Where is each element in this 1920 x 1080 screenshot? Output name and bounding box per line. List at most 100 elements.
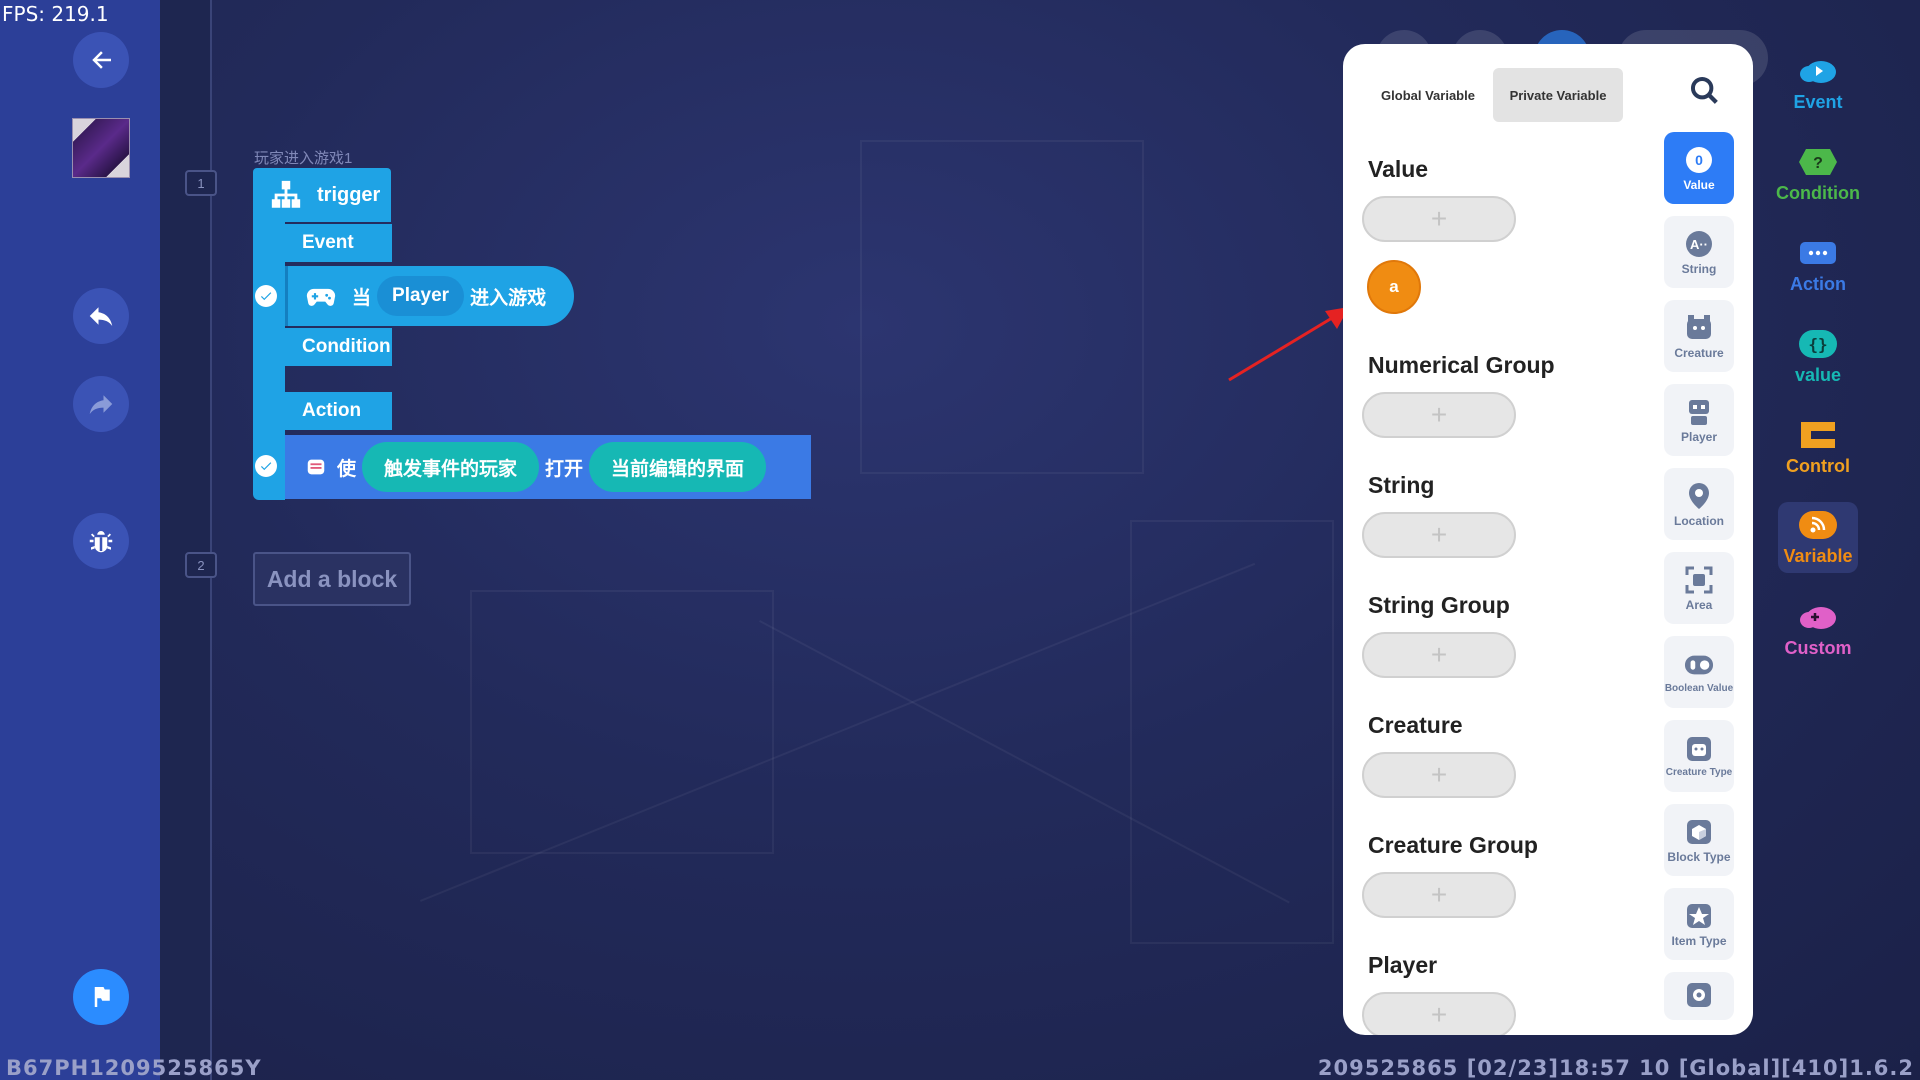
add-creature-variable-button[interactable]: + xyxy=(1362,752,1516,798)
event-statement[interactable]: 当 Player 进入游戏 xyxy=(285,266,574,326)
current-ui-param-pill[interactable]: 当前编辑的界面 xyxy=(589,442,767,492)
add-numerical-group-button[interactable]: + xyxy=(1362,392,1516,438)
type-item-type[interactable]: Item Type xyxy=(1664,888,1734,960)
question-hexagon-icon: ? xyxy=(1797,145,1839,179)
type-string[interactable]: A·· String xyxy=(1664,216,1734,288)
gear-box-icon xyxy=(1684,980,1714,1010)
category-event[interactable]: Event xyxy=(1778,54,1858,113)
variable-panel: Global Variable Private Variable Value +… xyxy=(1343,44,1753,1035)
category-value[interactable]: {} value xyxy=(1778,327,1858,386)
section-title-creature-group: Creature Group xyxy=(1368,832,1538,858)
tab-global-variable[interactable]: Global Variable xyxy=(1363,68,1493,122)
check-icon xyxy=(260,292,272,301)
section-title-string: String xyxy=(1368,472,1435,498)
type-label: Creature Type xyxy=(1665,767,1733,778)
zero-circle-icon: 0 xyxy=(1684,145,1714,175)
event-suffix: 进入游戏 xyxy=(470,287,547,309)
arrow-left-icon xyxy=(92,51,111,69)
variable-chip-a[interactable]: a xyxy=(1367,260,1421,314)
add-block-button[interactable]: Add a block xyxy=(253,552,411,606)
fps-counter: FPS: 219.1 xyxy=(2,2,109,26)
trigger-block[interactable]: trigger xyxy=(253,168,391,222)
svg-text:?: ? xyxy=(1813,155,1823,172)
section-title-string-group: String Group xyxy=(1368,592,1510,618)
player-icon xyxy=(1684,397,1714,427)
bug-icon xyxy=(89,531,113,553)
background-shape xyxy=(860,140,1144,474)
text-circle-icon: A·· xyxy=(1684,229,1714,259)
status-readout: 209525865 [02/23]18:57 10 [Global][410]1… xyxy=(1317,1056,1914,1080)
toggle-icon xyxy=(1684,650,1714,680)
svg-text:A··: A·· xyxy=(1690,237,1708,252)
event-enabled-checkbox[interactable] xyxy=(255,285,277,307)
type-player[interactable]: Player xyxy=(1664,384,1734,456)
category-label: Custom xyxy=(1784,638,1852,658)
type-label: Value xyxy=(1683,177,1715,192)
action-prefix: 使 xyxy=(337,458,357,480)
redo-button[interactable] xyxy=(73,376,129,432)
category-variable[interactable]: Variable xyxy=(1778,502,1858,573)
category-custom[interactable]: Custom xyxy=(1778,600,1858,659)
level-thumbnail[interactable] xyxy=(72,118,130,178)
type-more[interactable] xyxy=(1664,972,1734,1020)
hierarchy-icon xyxy=(271,180,301,208)
trigger-player-param-pill[interactable]: 触发事件的玩家 xyxy=(362,442,540,492)
back-button[interactable] xyxy=(73,32,129,88)
add-value-variable-button[interactable]: + xyxy=(1362,196,1516,242)
event-section-label: Event xyxy=(285,224,392,262)
item-type-icon xyxy=(1684,901,1714,931)
action-statement[interactable]: 使 触发事件的玩家 打开 当前编辑的界面 xyxy=(285,435,811,499)
location-pin-icon xyxy=(1684,481,1714,511)
rss-icon xyxy=(1797,508,1839,542)
type-block-type[interactable]: Block Type xyxy=(1664,804,1734,876)
add-string-group-button[interactable]: + xyxy=(1362,632,1516,678)
line-number: 2 xyxy=(185,552,217,578)
type-value[interactable]: 0 Value xyxy=(1664,132,1734,204)
category-condition[interactable]: ? Condition xyxy=(1776,145,1860,204)
section-title-numerical-group: Numerical Group xyxy=(1368,352,1555,378)
action-middle: 打开 xyxy=(545,458,584,480)
add-player-variable-button[interactable]: + xyxy=(1362,992,1516,1035)
check-icon xyxy=(260,462,272,471)
category-label: Control xyxy=(1786,456,1850,476)
category-label: Event xyxy=(1793,92,1843,112)
add-string-variable-button[interactable]: + xyxy=(1362,512,1516,558)
player-param-pill[interactable]: Player xyxy=(377,276,465,316)
section-title-player: Player xyxy=(1368,952,1438,978)
action-enabled-checkbox[interactable] xyxy=(255,455,277,477)
undo-button[interactable] xyxy=(73,288,129,344)
trigger-label: trigger xyxy=(317,183,381,206)
category-label: Condition xyxy=(1776,183,1860,203)
section-title-creature: Creature xyxy=(1368,712,1463,738)
flag-icon xyxy=(94,987,110,1007)
search-icon[interactable] xyxy=(1688,74,1722,108)
run-button[interactable] xyxy=(73,969,129,1025)
annotation-arrow-icon xyxy=(1228,307,1349,382)
dots-block-icon xyxy=(1797,236,1839,270)
type-location[interactable]: Location xyxy=(1664,468,1734,540)
type-area[interactable]: Area xyxy=(1664,552,1734,624)
category-action[interactable]: Action xyxy=(1778,236,1858,295)
type-boolean-value[interactable]: Boolean Value xyxy=(1664,636,1734,708)
type-label: String xyxy=(1681,261,1717,276)
background-shape xyxy=(470,590,774,854)
tab-private-variable[interactable]: Private Variable xyxy=(1493,68,1623,122)
cloud-icon xyxy=(1797,54,1839,88)
svg-text:{}: {} xyxy=(1808,335,1827,354)
braces-icon: {} xyxy=(1797,327,1839,361)
section-title-value: Value xyxy=(1368,156,1429,182)
debug-button[interactable] xyxy=(73,513,129,569)
type-creature[interactable]: Creature xyxy=(1664,300,1734,372)
gamepad-icon xyxy=(306,288,336,306)
condition-section-label: Condition xyxy=(285,328,392,366)
device-id: B67PH1209525865Y xyxy=(6,1056,262,1080)
type-label: Player xyxy=(1680,429,1718,444)
type-creature-type[interactable]: Creature Type xyxy=(1664,720,1734,792)
ui-window-icon xyxy=(307,459,325,475)
category-label: Action xyxy=(1790,274,1846,294)
add-creature-group-button[interactable]: + xyxy=(1362,872,1516,918)
line-number: 1 xyxy=(185,170,217,196)
category-control[interactable]: Control xyxy=(1778,418,1858,477)
trigger-caption: 玩家进入游戏1 xyxy=(254,150,353,167)
block-type-icon xyxy=(1684,817,1714,847)
